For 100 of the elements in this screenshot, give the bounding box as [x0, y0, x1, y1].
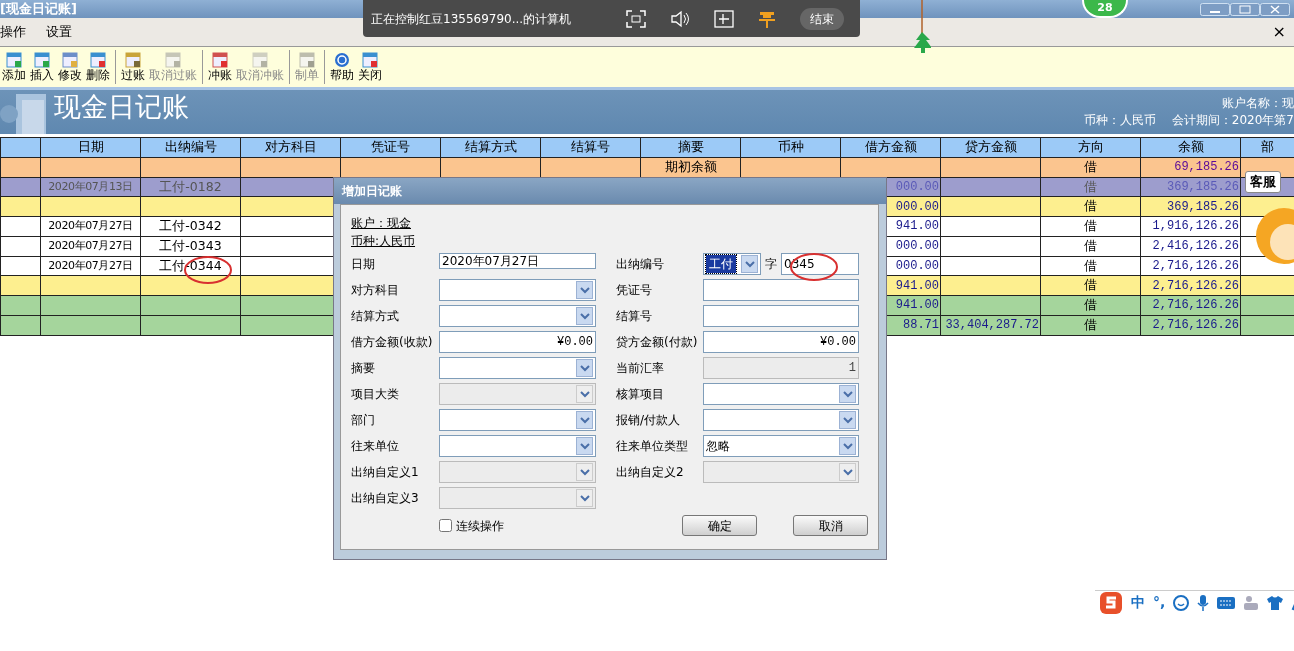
column-header[interactable]: 方向: [1040, 137, 1141, 158]
grid-icon: [362, 52, 378, 68]
table-cell: 33,404,287.72: [940, 315, 1041, 335]
column-header[interactable]: 借方金额: [840, 137, 941, 158]
column-header[interactable]: 币种: [740, 137, 841, 158]
toolbar-button[interactable]: 过账: [119, 52, 147, 82]
help-icon: [334, 52, 350, 68]
smiley-icon[interactable]: [1173, 594, 1190, 611]
toolbar-button[interactable]: 帮助: [328, 52, 356, 82]
column-header[interactable]: 日期: [40, 137, 141, 158]
menu-item[interactable]: 设置: [46, 22, 72, 42]
table-cell: 工付-0182: [140, 177, 241, 197]
table-cell: 2,716,126.26: [1140, 275, 1241, 296]
table-cell: 2,416,126.26: [1140, 236, 1241, 256]
checkbox[interactable]: [439, 519, 452, 532]
grid-icon: [34, 52, 50, 68]
user-icon[interactable]: [1243, 594, 1260, 611]
window-icon[interactable]: [714, 9, 734, 28]
field-label: 出纳编号: [616, 256, 665, 273]
table-cell: 2020年07月27日: [40, 236, 141, 256]
grid-icon: [90, 52, 106, 68]
chevron-down-icon: [578, 493, 591, 503]
toolbar-button[interactable]: 删除: [84, 52, 112, 82]
chevron-down-icon: [841, 441, 854, 451]
field-label: 往来单位: [351, 438, 400, 455]
fullscreen-icon[interactable]: [626, 9, 646, 28]
grid-icon: [6, 52, 22, 68]
dropdown-field[interactable]: [703, 383, 859, 405]
chevron-down-icon: [841, 415, 854, 425]
service-tag[interactable]: 客服: [1245, 171, 1281, 193]
table-cell: 借: [1040, 196, 1141, 217]
close-button[interactable]: ×: [1272, 20, 1286, 44]
chevron-down-icon: [578, 363, 591, 373]
input-field[interactable]: 2020年07月27日: [439, 253, 596, 269]
column-header[interactable]: 摘要: [640, 137, 741, 158]
dropdown-field[interactable]: [439, 279, 596, 301]
dropdown-field[interactable]: [703, 409, 859, 431]
field-label: 当前汇率: [616, 360, 665, 377]
menu-item[interactable]: 操作: [0, 22, 26, 42]
microphone-icon[interactable]: [1197, 594, 1210, 611]
input-mode-toggle[interactable]: 中: [1131, 592, 1145, 613]
field-label: 部门: [351, 412, 376, 429]
grid-icon: [125, 52, 141, 68]
dropdown-field[interactable]: [439, 409, 596, 431]
table-cell: 借: [1040, 157, 1141, 177]
input-field[interactable]: ¥0.00: [439, 331, 596, 353]
input-field[interactable]: ¥0.00: [703, 331, 859, 353]
pin-icon[interactable]: [758, 9, 776, 28]
keyboard-icon[interactable]: [1217, 595, 1236, 610]
input-field[interactable]: [703, 279, 859, 301]
grid-icon: [212, 52, 228, 68]
column-header[interactable]: 出纳编号: [140, 137, 241, 158]
table-cell: 69,185.26: [1140, 157, 1241, 177]
column-header[interactable]: 部: [1240, 137, 1294, 158]
punctuation-toggle[interactable]: °,: [1153, 592, 1166, 613]
column-header[interactable]: 结算号: [540, 137, 641, 158]
column-header[interactable]: 结算方式: [440, 137, 541, 158]
dropdown-field[interactable]: [439, 305, 596, 327]
field-label: 结算号: [616, 308, 653, 325]
toolbar-button[interactable]: 插入: [28, 52, 56, 82]
page-title: 现金日记账: [54, 90, 189, 124]
field-label: 借方金额(收款): [351, 334, 434, 351]
minimize-button[interactable]: [1200, 2, 1230, 16]
end-button[interactable]: 结束: [800, 7, 844, 30]
column-header[interactable]: 余额: [1140, 137, 1241, 158]
chevron-down-icon: [841, 467, 854, 477]
currency-label: 币种：人民币: [1083, 112, 1156, 129]
chevron-down-icon: [578, 285, 591, 295]
chevron-down-icon: [743, 259, 756, 269]
field-label: 出纳自定义1: [351, 464, 420, 481]
close-button[interactable]: [1260, 2, 1290, 16]
toolbar-button[interactable]: 冲账: [206, 52, 234, 82]
chevron-down-icon: [578, 467, 591, 477]
dialog-button[interactable]: 确定: [682, 515, 757, 536]
chevron-down-icon: [841, 389, 854, 399]
toolbar-button[interactable]: 关闭: [356, 52, 384, 82]
dialog-button[interactable]: 取消: [793, 515, 868, 536]
table-cell: 369,185.26: [1140, 177, 1241, 197]
field-label: 日期: [351, 256, 376, 273]
ime-logo-icon[interactable]: [1099, 590, 1123, 615]
table-cell: 工付-0342: [140, 216, 241, 237]
field-label: 贷方金额(付款): [616, 334, 699, 351]
period-label: 会计期间：2020年第7: [1171, 112, 1294, 129]
maximize-button[interactable]: [1230, 2, 1260, 16]
input-field[interactable]: [703, 305, 859, 327]
dropdown-field[interactable]: 工付: [703, 253, 761, 275]
toolbar-button[interactable]: 修改: [56, 52, 84, 82]
dialog-title: 增加日记账: [334, 178, 886, 204]
field-label: 报销/付款人: [616, 412, 682, 429]
column-header[interactable]: 贷方金额: [940, 137, 1041, 158]
shirt-icon[interactable]: [1267, 594, 1284, 611]
chevron-down-icon: [578, 389, 591, 399]
dropdown-field[interactable]: [439, 357, 596, 379]
dropdown-field[interactable]: [439, 435, 596, 457]
chevron-down-icon: [578, 441, 591, 451]
dropdown-field[interactable]: 忽略: [703, 435, 859, 457]
toolbar-button[interactable]: 添加: [0, 52, 28, 82]
speaker-icon[interactable]: [670, 9, 690, 28]
column-header[interactable]: 对方科目: [240, 137, 341, 158]
column-header[interactable]: 凭证号: [340, 137, 441, 158]
